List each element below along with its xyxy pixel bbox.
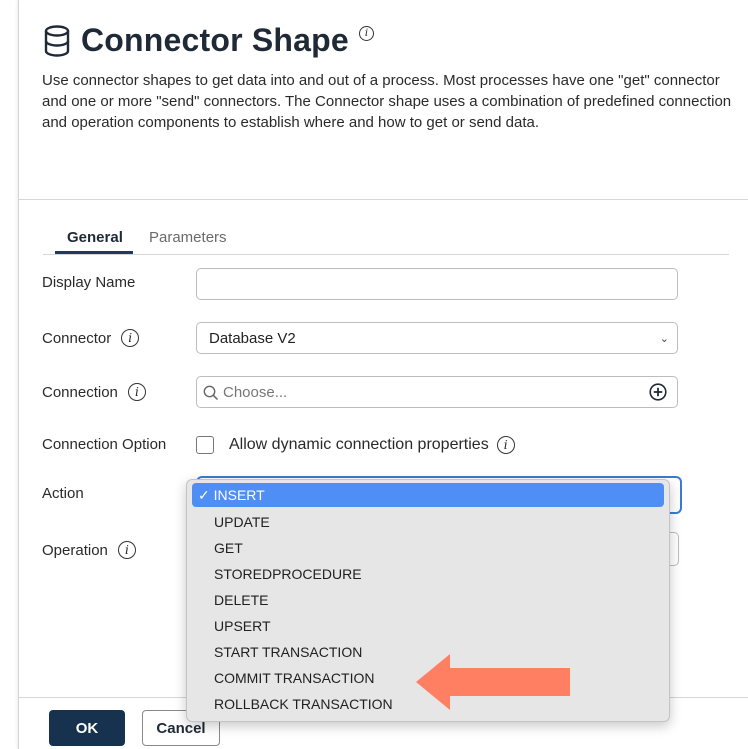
connection-option-label-text: Connection Option	[42, 436, 167, 453]
info-icon[interactable]: i	[121, 329, 140, 347]
connection-option-label: Connection Option	[42, 436, 166, 453]
display-name-input[interactable]	[196, 268, 678, 300]
action-option-storedprocedure[interactable]: STOREDPROCEDURE	[192, 562, 664, 586]
action-label: Action	[42, 485, 84, 502]
display-name-label-text: Display Name	[42, 274, 136, 291]
dynamic-connection-checkbox[interactable]	[196, 436, 214, 454]
page-description: Use connector shapes to get data into an…	[42, 72, 732, 131]
connector-label: Connector i	[42, 329, 140, 347]
action-option-insert[interactable]: ✓ INSERT	[192, 483, 664, 507]
chevron-down-icon: ⌄	[659, 333, 669, 345]
info-icon[interactable]: i	[358, 26, 374, 41]
action-option-update[interactable]: UPDATE	[192, 510, 664, 534]
connector-select[interactable]: Database V2 ⌄	[196, 322, 678, 354]
arrow-left-icon	[416, 654, 570, 710]
tab-bar: General Parameters	[43, 222, 729, 255]
plus-circle-icon[interactable]	[649, 383, 667, 401]
action-option-upsert[interactable]: UPSERT	[192, 614, 664, 638]
info-icon[interactable]: i	[127, 383, 146, 401]
connection-search-field[interactable]: Choose...	[196, 376, 678, 408]
panel-header: Connector Shape i Use connector shapes t…	[19, 0, 748, 200]
connection-placeholder: Choose...	[223, 384, 288, 401]
dynamic-connection-checkbox-text: Allow dynamic connection properties	[229, 436, 489, 453]
dynamic-connection-checkbox-label: Allow dynamic connection properties i	[229, 436, 515, 454]
connector-value: Database V2	[209, 330, 296, 347]
tab-parameters[interactable]: Parameters	[149, 229, 227, 246]
connection-label-text: Connection	[42, 383, 118, 401]
info-icon[interactable]: i	[496, 436, 515, 454]
ok-button[interactable]: OK	[49, 710, 125, 746]
operation-label-text: Operation	[42, 541, 108, 559]
search-icon	[203, 385, 219, 401]
info-icon[interactable]: i	[117, 541, 136, 559]
connector-label-text: Connector	[42, 329, 112, 347]
action-option-delete[interactable]: DELETE	[192, 588, 664, 612]
database-icon	[44, 24, 70, 57]
action-label-text: Action	[42, 485, 84, 502]
operation-label: Operation i	[42, 541, 136, 559]
display-name-label: Display Name	[42, 274, 135, 291]
connection-label: Connection i	[42, 383, 146, 401]
active-tab-indicator	[55, 251, 133, 254]
page-title: Connector Shape	[81, 22, 349, 58]
tab-general[interactable]: General	[67, 229, 123, 246]
action-option-get[interactable]: GET	[192, 536, 664, 560]
title-row: Connector Shape i	[43, 22, 374, 59]
